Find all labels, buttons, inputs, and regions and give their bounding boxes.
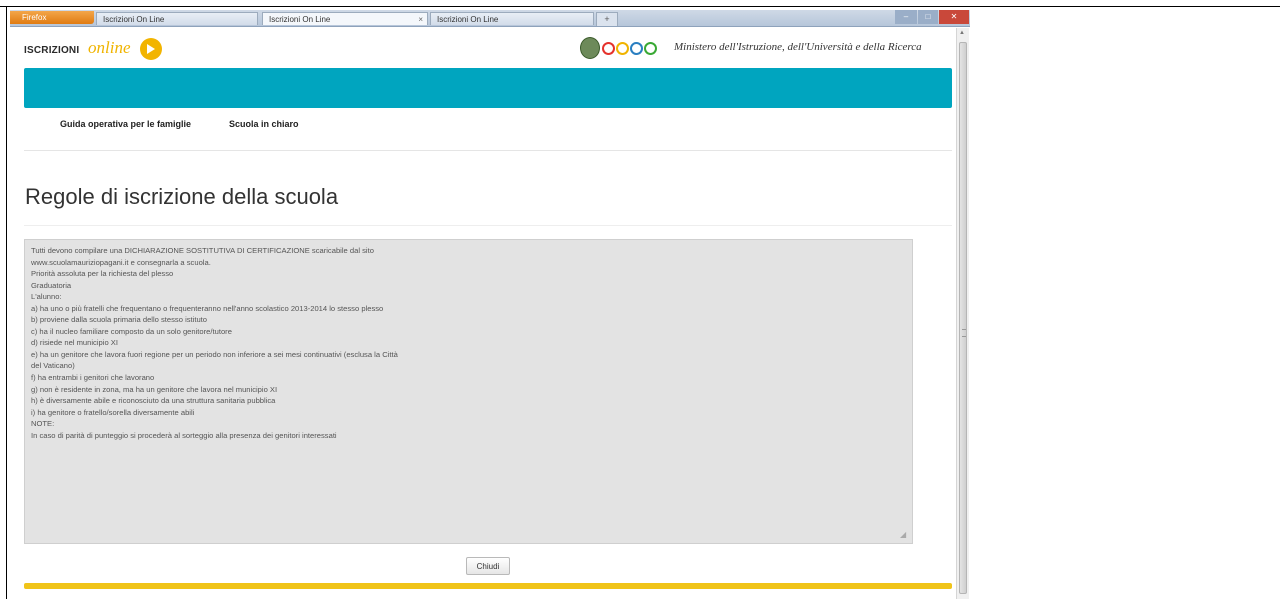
header-banner <box>24 68 952 108</box>
scrollbar-grip-icon <box>962 329 966 337</box>
new-tab-icon[interactable]: + <box>596 12 618 26</box>
close-button[interactable]: Chiudi <box>466 557 510 575</box>
browser-tab-2[interactable]: Iscrizioni On Line × <box>262 12 428 25</box>
tab-label: Iscrizioni On Line <box>103 15 165 24</box>
browser-tab-bar: Firefox Iscrizioni On Line Iscrizioni On… <box>10 10 970 27</box>
scroll-up-icon[interactable]: ▲ <box>959 30 965 36</box>
logo-prefix: ISCRIZIONI <box>24 45 80 56</box>
resize-grip-icon[interactable]: ◢ <box>900 530 910 540</box>
green-dot-icon <box>644 42 657 55</box>
browser-tab-1[interactable]: Iscrizioni On Line <box>96 12 258 25</box>
close-window-icon[interactable]: ✕ <box>939 10 969 24</box>
browser-window: Firefox Iscrizioni On Line Iscrizioni On… <box>10 10 970 599</box>
top-navigation: Guida operativa per le famiglie Scuola i… <box>24 112 952 151</box>
scrollbar-thumb[interactable] <box>959 42 967 594</box>
logo-suffix: online <box>88 38 131 57</box>
title-divider <box>24 225 952 226</box>
tab-close-icon[interactable]: × <box>418 13 423 25</box>
maximize-icon[interactable]: □ <box>918 10 938 24</box>
frame-top-line <box>0 6 1280 7</box>
nav-scuola-in-chiaro[interactable]: Scuola in chiaro <box>229 119 299 129</box>
tab-label: Iscrizioni On Line <box>269 15 331 24</box>
logo-arrow-icon <box>140 38 162 60</box>
blue-dot-icon <box>630 42 643 55</box>
ministry-dots-logo <box>602 42 658 60</box>
nav-guida-operativa[interactable]: Guida operativa per le famiglie <box>60 119 191 129</box>
frame-left-line <box>6 6 7 599</box>
footer-bar <box>24 583 952 589</box>
italian-emblem-icon <box>580 37 600 59</box>
firefox-menu-button[interactable]: Firefox <box>10 11 94 24</box>
yellow-dot-icon <box>616 42 629 55</box>
red-dot-icon <box>602 42 615 55</box>
ministry-header: Ministero dell'Istruzione, dell'Universi… <box>580 37 950 59</box>
vertical-scrollbar[interactable]: ▲ <box>956 28 969 599</box>
tab-label: Iscrizioni On Line <box>437 15 499 24</box>
ministry-name: Ministero dell'Istruzione, dell'Universi… <box>674 41 922 53</box>
browser-tab-3[interactable]: Iscrizioni On Line <box>430 12 594 25</box>
minimize-icon[interactable]: – <box>895 10 917 24</box>
page-title: Regole di iscrizione della scuola <box>25 184 339 209</box>
rules-textarea[interactable]: Tutti devono compilare una DICHIARAZIONE… <box>24 239 913 544</box>
